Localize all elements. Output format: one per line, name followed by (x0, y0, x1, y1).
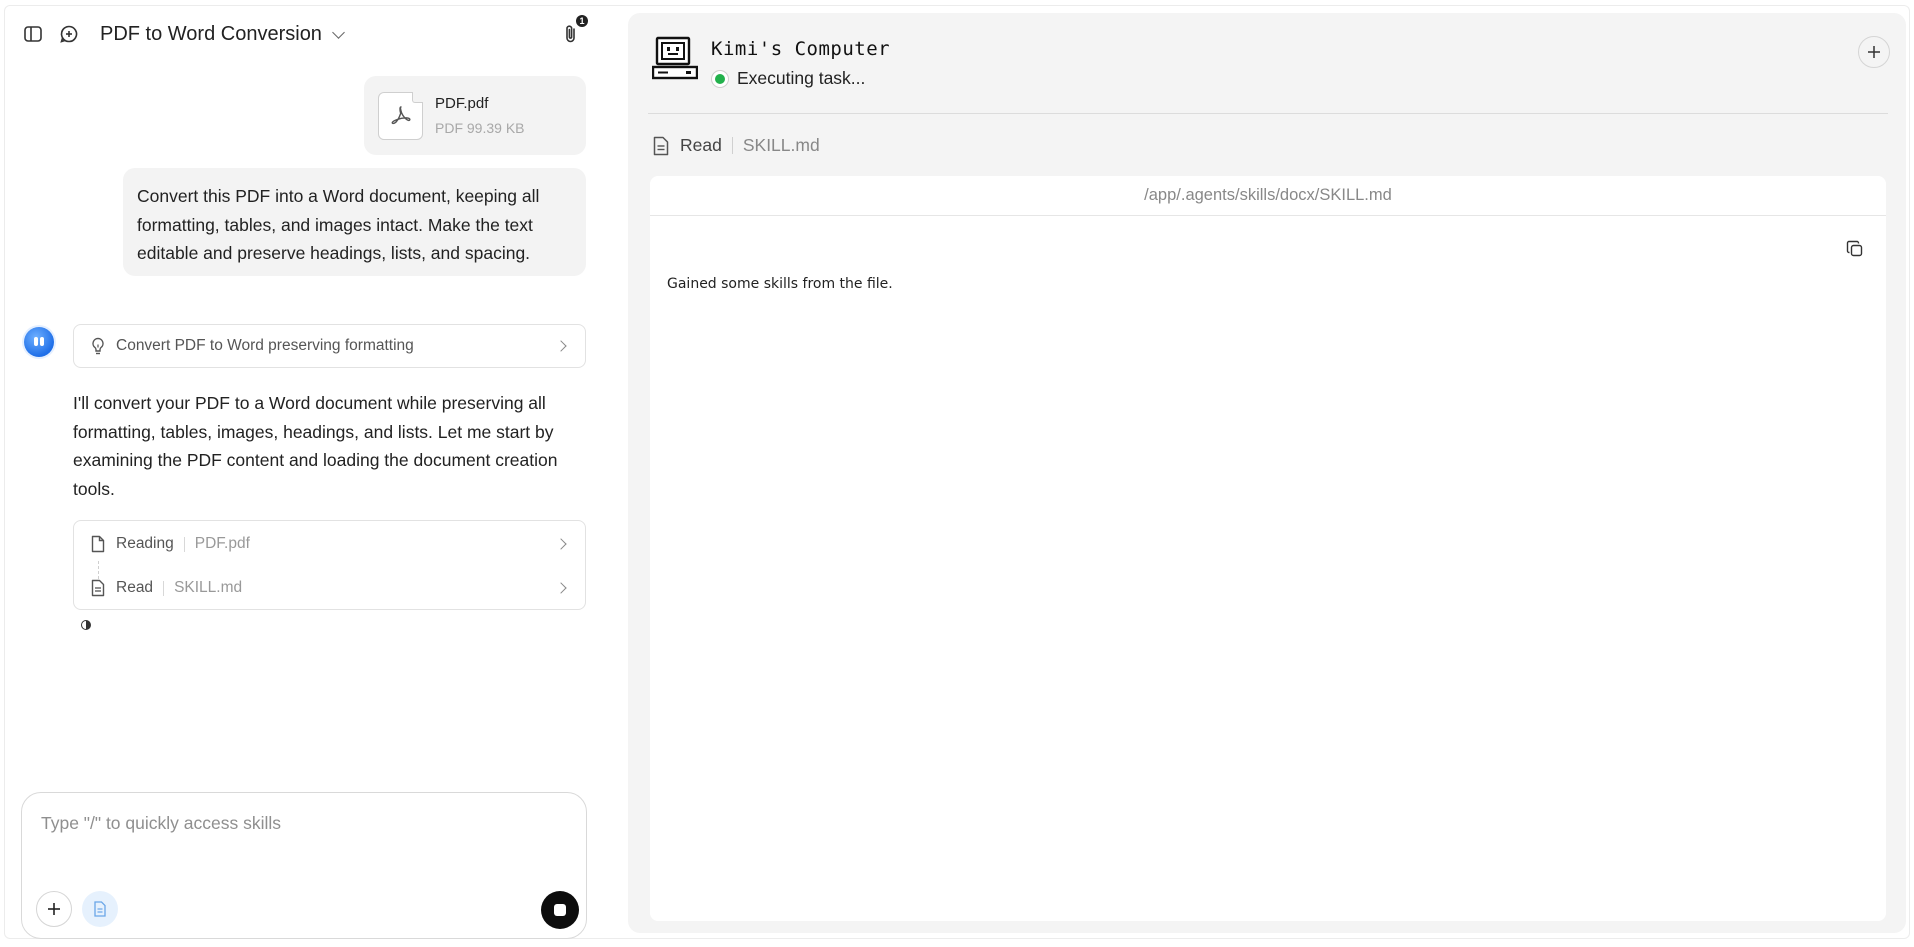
chevron-right-icon (555, 538, 567, 550)
pdf-file-icon (378, 91, 423, 140)
stop-icon (554, 904, 566, 916)
step-value: PDF.pdf (194, 535, 250, 552)
loading-spinner-icon (81, 620, 91, 630)
copy-icon (1846, 240, 1863, 257)
attachment-file-name: PDF.pdf (435, 95, 489, 112)
document-icon (91, 579, 105, 597)
copy-button[interactable] (1844, 238, 1866, 260)
attachment-card[interactable]: PDF.pdf PDF 99.39 KB (364, 76, 586, 155)
chat-panel: PDF to Word Conversion 1 PDF.pdf PDF 99.… (5, 6, 625, 939)
plus-icon (48, 903, 60, 915)
chevron-right-icon (555, 340, 567, 352)
document-mode-button[interactable] (82, 891, 118, 927)
add-button[interactable] (36, 891, 72, 927)
file-viewer: /app/.agents/skills/docx/SKILL.md Gained… (650, 176, 1886, 921)
document-icon (653, 136, 669, 155)
assistant-message: I'll convert your PDF to a Word document… (73, 393, 558, 499)
file-path: /app/.agents/skills/docx/SKILL.md (650, 176, 1886, 216)
conversation-title-text: PDF to Word Conversion (100, 23, 322, 45)
file-content: Gained some skills from the file. (667, 276, 893, 292)
action-separator (731, 137, 733, 154)
current-action: Read SKILL.md (652, 135, 820, 156)
action-file: SKILL.md (742, 135, 820, 155)
message-input[interactable] (41, 808, 541, 838)
step-read[interactable]: Read SKILL.md (74, 573, 585, 603)
attachment-count-badge: 1 (576, 15, 588, 27)
assistant-avatar (24, 327, 54, 357)
file-icon (91, 535, 105, 553)
app-window: PDF to Word Conversion 1 PDF.pdf PDF 99.… (4, 5, 1910, 939)
attachment-file-meta: PDF 99.39 KB (435, 120, 525, 136)
step-reading[interactable]: Reading PDF.pdf (74, 529, 585, 559)
document-icon (94, 901, 106, 917)
chevron-down-icon (332, 25, 345, 39)
conversation-title[interactable]: PDF to Word Conversion (100, 23, 345, 46)
user-message: Convert this PDF into a Word document, k… (123, 168, 586, 276)
tool-steps: Reading PDF.pdf Read SKILL.md (73, 520, 586, 610)
composer (21, 792, 587, 939)
task-status: Executing task... (711, 68, 865, 89)
expand-button[interactable] (1858, 36, 1890, 68)
computer-title: Kimi's Computer (711, 38, 891, 60)
computer-panel: Kimi's Computer Executing task... Read S… (628, 13, 1906, 933)
stop-button[interactable] (541, 891, 579, 929)
status-indicator (711, 69, 729, 88)
action-label: Read (680, 135, 722, 155)
new-chat-icon[interactable] (58, 23, 80, 45)
lightbulb-icon (92, 337, 104, 355)
step-separator (183, 536, 185, 552)
divider (648, 113, 1888, 114)
thought-summary-button[interactable]: Convert PDF to Word preserving formattin… (73, 324, 586, 368)
computer-icon (652, 36, 698, 80)
plus-icon (1868, 46, 1880, 58)
step-value: SKILL.md (174, 579, 243, 596)
chevron-right-icon (555, 582, 567, 594)
step-label: Reading (116, 535, 174, 552)
sidebar-toggle-icon[interactable] (22, 23, 44, 45)
status-text: Executing task... (737, 68, 866, 88)
thought-summary-text: Convert PDF to Word preserving formattin… (116, 337, 414, 354)
step-label: Read (116, 579, 154, 596)
step-separator (163, 580, 165, 596)
chat-topbar: PDF to Word Conversion 1 (5, 6, 625, 58)
